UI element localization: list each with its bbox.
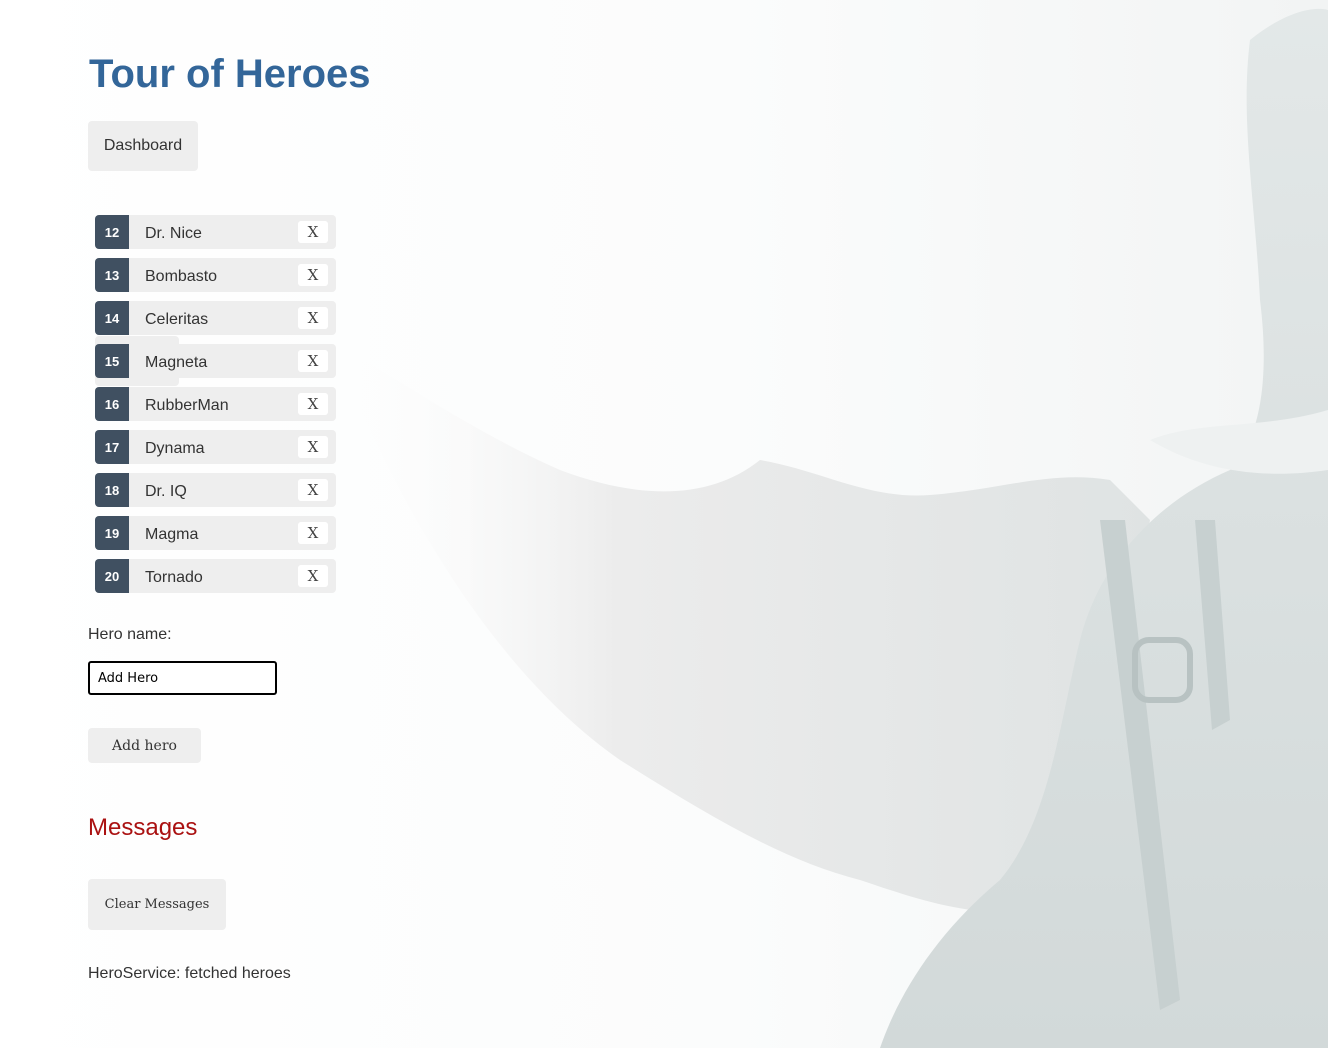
delete-hero-button[interactable]: X <box>298 479 328 501</box>
heroes-list: 12 Dr. Nice X 13 Bombasto X 14 Celeritas… <box>95 215 336 602</box>
delete-hero-button[interactable]: X <box>298 264 328 286</box>
delete-hero-button[interactable]: X <box>298 565 328 587</box>
clear-messages-button[interactable]: Clear Messages <box>88 879 226 930</box>
hero-id-badge: 19 <box>95 516 129 550</box>
delete-hero-button[interactable]: X <box>298 522 328 544</box>
hero-name[interactable]: RubberMan <box>129 387 229 421</box>
hero-name-input[interactable] <box>88 661 277 695</box>
delete-hero-button[interactable]: X <box>298 350 328 372</box>
app-root: Tour of Heroes Dashboard Heroes 12 Dr. N… <box>0 0 1328 1048</box>
hero-id-badge: 20 <box>95 559 129 593</box>
delete-hero-button[interactable]: X <box>298 221 328 243</box>
hero-list-item[interactable]: 16 RubberMan X <box>95 387 336 421</box>
hero-name[interactable]: Magneta <box>129 344 207 378</box>
hero-id-badge: 16 <box>95 387 129 421</box>
delete-hero-button[interactable]: X <box>298 393 328 415</box>
hero-name[interactable]: Celeritas <box>129 301 208 335</box>
hero-name[interactable]: Magma <box>129 516 198 550</box>
hero-list-item[interactable]: 12 Dr. Nice X <box>95 215 336 249</box>
main-nav: Dashboard Heroes <box>88 121 198 386</box>
messages-title: Messages <box>88 814 198 841</box>
hero-list-item[interactable]: 15 Magneta X <box>95 344 336 378</box>
hero-list-item[interactable]: 19 Magma X <box>95 516 336 550</box>
hero-name[interactable]: Bombasto <box>129 258 217 292</box>
hero-name-label: Hero name: <box>88 626 172 643</box>
page-title: Tour of Heroes <box>89 52 371 96</box>
hero-list-item[interactable]: 20 Tornado X <box>95 559 336 593</box>
hero-id-badge: 14 <box>95 301 129 335</box>
delete-hero-button[interactable]: X <box>298 307 328 329</box>
hero-id-badge: 12 <box>95 215 129 249</box>
hero-id-badge: 18 <box>95 473 129 507</box>
hero-list-item[interactable]: 17 Dynama X <box>95 430 336 464</box>
hero-list-item[interactable]: 13 Bombasto X <box>95 258 336 292</box>
hero-name[interactable]: Tornado <box>129 559 203 593</box>
delete-hero-button[interactable]: X <box>298 436 328 458</box>
hero-id-badge: 13 <box>95 258 129 292</box>
hero-id-badge: 17 <box>95 430 129 464</box>
nav-dashboard-link[interactable]: Dashboard <box>88 121 198 171</box>
hero-name[interactable]: Dr. IQ <box>129 473 187 507</box>
message-item: HeroService: fetched heroes <box>88 965 291 982</box>
hero-list-item[interactable]: 14 Celeritas X <box>95 301 336 335</box>
hero-list-item[interactable]: 18 Dr. IQ X <box>95 473 336 507</box>
hero-id-badge: 15 <box>95 344 129 378</box>
hero-name[interactable]: Dynama <box>129 430 205 464</box>
hero-name[interactable]: Dr. Nice <box>129 215 202 249</box>
add-hero-button[interactable]: Add hero <box>88 728 201 763</box>
